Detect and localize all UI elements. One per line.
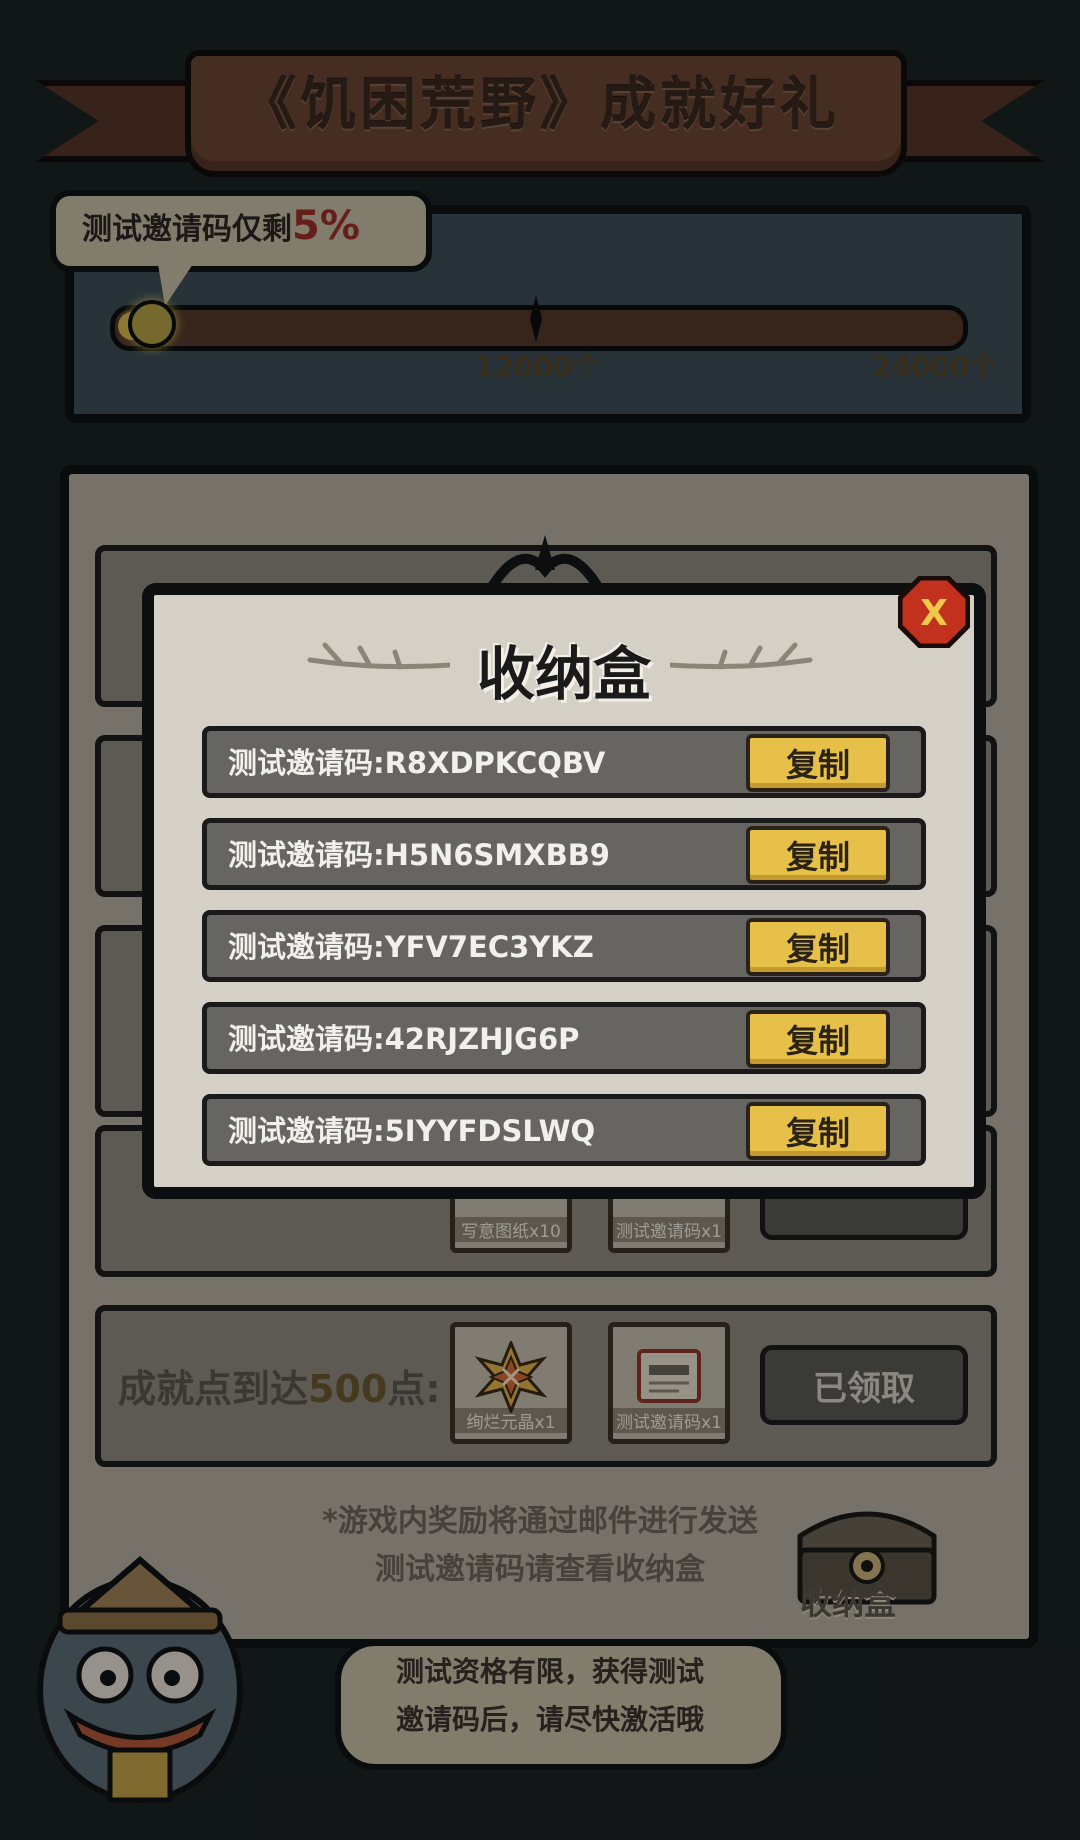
copy-button[interactable]: 复制 [746,734,890,792]
invite-code-text: 测试邀请码:YFV7EC3YKZ [228,930,594,964]
thorn-crest-icon [485,535,605,593]
copy-button[interactable]: 复制 [746,826,890,884]
copy-button[interactable]: 复制 [746,1102,890,1160]
copy-button[interactable]: 复制 [746,918,890,976]
close-label: X [920,593,948,634]
close-button[interactable]: X [898,576,970,648]
invite-code-text: 测试邀请码:H5N6SMXBB9 [228,838,610,872]
copy-button[interactable]: 复制 [746,1010,890,1068]
invite-code-text: 测试邀请码:R8XDPKCQBV [228,746,606,780]
invite-code-text: 测试邀请码:42RJZHJG6P [228,1022,580,1056]
invite-code-text: 测试邀请码:5IYYFDSLWQ [228,1114,596,1148]
modal-title: 收纳盒 [476,640,651,708]
